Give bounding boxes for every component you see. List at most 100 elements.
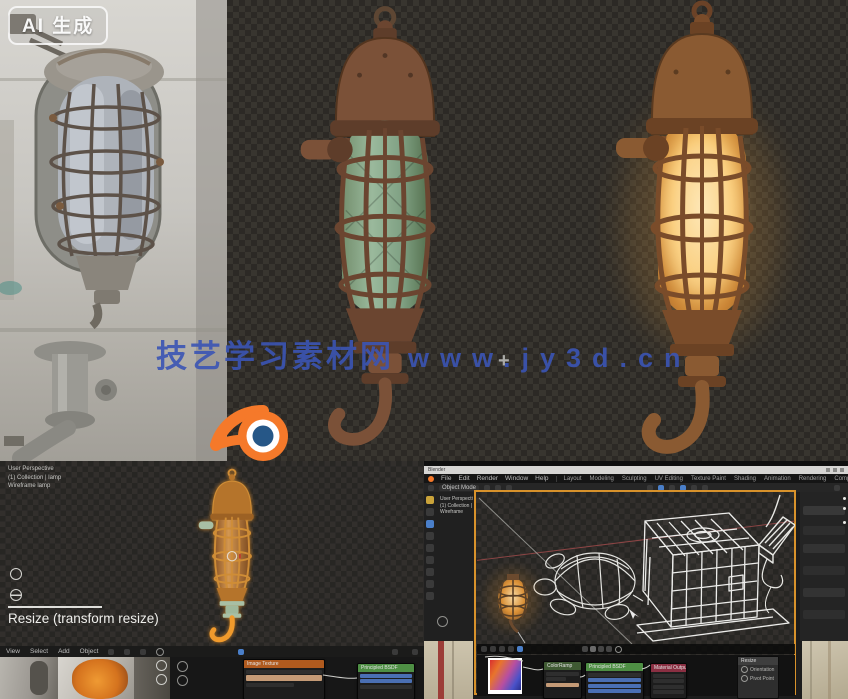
menu-separator xyxy=(556,476,557,482)
properties-column xyxy=(800,492,848,641)
radio-icon[interactable] xyxy=(741,666,748,673)
workspace-tab[interactable]: Compositing xyxy=(834,476,848,482)
app-menus: File Edit Render Window Help xyxy=(441,475,549,482)
window-titlebar[interactable]: Blender xyxy=(424,466,848,474)
status-icon-2[interactable] xyxy=(490,646,496,652)
menu-item[interactable]: Object xyxy=(80,648,99,655)
render-icon[interactable] xyxy=(834,485,840,491)
composite-screenshot: AI 生成 技艺学习素材网www.jy3d.cn + User Perspect… xyxy=(0,0,848,699)
menu-bar: File Edit Render Window Help Layout Modeling S… xyxy=(424,474,848,483)
more-icon[interactable] xyxy=(412,649,418,655)
panel-row-label[interactable]: Orientation xyxy=(750,667,774,673)
hud-divider xyxy=(8,606,102,608)
tool-measure-icon[interactable] xyxy=(426,580,434,588)
prop-row[interactable] xyxy=(803,566,845,575)
viewport-overlay-line: User Perspective xyxy=(8,465,61,474)
blender-app-icon[interactable] xyxy=(428,476,434,482)
workspace-tab[interactable]: Texture Paint xyxy=(691,476,726,482)
left-node-wires xyxy=(170,657,424,699)
watermark-url: www.jy3d.cn xyxy=(408,343,692,373)
menu-item[interactable]: Add xyxy=(58,648,70,655)
thumb-nav2-icon[interactable] xyxy=(156,674,167,685)
radio-icon[interactable] xyxy=(741,675,748,682)
active-editor-icon[interactable] xyxy=(238,649,244,655)
prop-row[interactable] xyxy=(803,506,845,515)
watermark-cjk: 技艺学习素材网 xyxy=(156,339,394,374)
tool-rotate-icon[interactable] xyxy=(426,532,434,540)
snap-icon[interactable] xyxy=(108,649,114,655)
tool-annotate-icon[interactable] xyxy=(426,568,434,576)
thumb-nav-icon[interactable] xyxy=(156,660,167,671)
slot-boxes[interactable] xyxy=(582,646,612,652)
workspace-tab[interactable]: Shading xyxy=(734,476,756,482)
status-share-icon[interactable] xyxy=(517,646,523,652)
texture-thumb-paint[interactable] xyxy=(58,657,170,699)
corner-texture-left xyxy=(424,641,473,699)
selected-lamp-model[interactable] xyxy=(182,468,282,646)
viewport-toolbar xyxy=(426,496,436,600)
left-editor-header: View Select Add Object xyxy=(0,646,424,657)
minimize-icon[interactable] xyxy=(826,468,830,472)
panel-row-label[interactable]: Pivot Point xyxy=(750,676,774,682)
photo-lamp-graphic xyxy=(0,0,227,461)
tool-transform-icon[interactable] xyxy=(426,556,434,564)
maximize-icon[interactable] xyxy=(833,468,837,472)
tool-cursor-icon[interactable] xyxy=(426,508,434,516)
app-menu-item[interactable]: Edit xyxy=(458,475,469,482)
overlay-toggle-icon[interactable] xyxy=(156,648,164,656)
prop-row[interactable] xyxy=(803,526,845,535)
close-icon[interactable] xyxy=(840,468,844,472)
tool-select-icon[interactable] xyxy=(426,496,434,504)
magnet-icon[interactable] xyxy=(124,649,130,655)
proportional-icon[interactable] xyxy=(140,649,146,655)
edge-dot xyxy=(843,507,846,510)
menu-item[interactable]: View xyxy=(6,648,20,655)
prop-row[interactable] xyxy=(803,610,845,619)
workspace-tab[interactable]: Layout xyxy=(564,476,582,482)
green-lamp-graphic xyxy=(287,2,483,458)
app-menu-item[interactable]: Help xyxy=(535,475,548,482)
workspace-tab[interactable]: Sculpting xyxy=(622,476,647,482)
menu-item[interactable]: Select xyxy=(30,648,48,655)
edge-dot xyxy=(843,497,846,500)
app-menu-item[interactable]: File xyxy=(441,475,451,482)
texture-line xyxy=(828,641,831,699)
workspace-tab[interactable]: Animation xyxy=(764,476,791,482)
prop-row[interactable] xyxy=(803,588,845,597)
texture-red-stripe xyxy=(438,641,444,699)
watermark-text: 技艺学习素材网 www.jy3d.cn xyxy=(156,331,692,376)
model-green-panel xyxy=(227,0,540,461)
texture-thumb-wall[interactable] xyxy=(0,657,58,699)
app-menu-item[interactable]: Render xyxy=(477,475,498,482)
pin-icon[interactable] xyxy=(615,646,622,653)
prop-row[interactable] xyxy=(803,544,845,553)
operator-hud-text: Resize (transform resize) xyxy=(8,611,159,626)
texture-line xyxy=(452,641,454,699)
workspace-tab[interactable]: Modeling xyxy=(590,476,614,482)
lit-lamp-graphic xyxy=(596,0,808,460)
editor-type-icon[interactable] xyxy=(428,485,434,491)
mouse-cursor xyxy=(629,609,639,619)
operator-panel-title[interactable]: Resize xyxy=(738,657,778,665)
left-viewport-overlay: User Perspective(1) Collection | lampWir… xyxy=(8,465,61,491)
window-buttons[interactable] xyxy=(826,468,844,472)
hud-circle-icon xyxy=(10,568,22,580)
workspace-tab[interactable]: Rendering xyxy=(799,476,827,482)
window-title: Blender xyxy=(428,467,445,473)
options-icon[interactable] xyxy=(392,649,398,655)
status-icon-1[interactable] xyxy=(481,646,487,652)
tool-move-icon-active[interactable] xyxy=(426,520,434,528)
collection-icon[interactable] xyxy=(437,616,448,627)
status-icon-4[interactable] xyxy=(508,646,514,652)
tool-scale-icon[interactable] xyxy=(426,544,434,552)
app-menu-item[interactable]: Window xyxy=(505,475,528,482)
texture-line xyxy=(810,641,812,699)
tool-add-icon[interactable] xyxy=(426,592,434,600)
reference-photo-panel xyxy=(0,0,227,461)
thumb-lamp-silhouette xyxy=(30,661,48,695)
header-menu-group: View Select Add Object xyxy=(6,648,98,655)
operator-panel[interactable]: Resize Orientation Pivot Point xyxy=(737,656,779,699)
status-icon-3[interactable] xyxy=(499,646,505,652)
viewport-status-bar xyxy=(477,644,795,654)
workspace-tab[interactable]: UV Editing xyxy=(655,476,683,482)
